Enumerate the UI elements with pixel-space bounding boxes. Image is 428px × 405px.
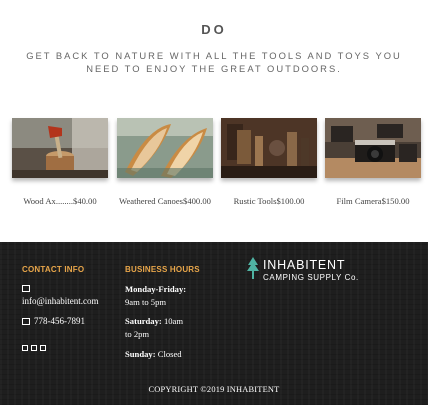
contact-phone: 778-456-7891 <box>34 316 85 326</box>
subtitle-line-1: GET BACK TO NATURE WITH ALL THE TOOLS AN… <box>26 50 402 61</box>
product-list: Wood Ax........$40.00 Weathered Canoes$4… <box>0 118 428 228</box>
product-image-rustic-tools[interactable] <box>221 118 317 178</box>
social-links <box>22 338 49 356</box>
saturday-time-cont: to 2pm <box>125 328 150 339</box>
logo-tagline: CAMPING SUPPLY Co. <box>263 273 359 282</box>
business-hours-heading: BUSINESS HOURS <box>125 265 200 274</box>
phone-square-icon <box>22 318 30 326</box>
envelope-icon <box>22 285 30 293</box>
contact-email-link[interactable]: info@inhabitent.com <box>22 296 99 306</box>
contact-email-row <box>22 283 34 293</box>
product-image-weathered-canoes[interactable] <box>117 118 213 178</box>
copyright-text: COPYRIGHT ©2019 INHABITENT <box>148 385 280 394</box>
product-image-film-camera[interactable] <box>325 118 421 178</box>
section-title: DO <box>201 22 227 37</box>
site-footer: CONTACT INFO info@inhabitent.com 778-456… <box>0 242 428 405</box>
subtitle-line-2: NEED TO ENJOY THE GREAT OUTDOORS. <box>86 62 342 74</box>
facebook-icon[interactable] <box>22 345 28 351</box>
hours-weekdays: Monday-Friday: 9am to 5pm <box>125 283 186 308</box>
section-subtitle: GET BACK TO NATURE WITH ALL THE TOOLS AN… <box>14 50 414 75</box>
hours-sunday: Sunday: Closed <box>125 348 182 361</box>
contact-info-heading: CONTACT INFO <box>22 265 85 274</box>
sunday-time: Closed <box>157 349 182 359</box>
saturday-time: 10am <box>163 316 184 326</box>
inhabitent-logo[interactable]: INHABITENT CAMPING SUPPLY Co. <box>246 257 358 284</box>
contact-phone-row: 778-456-7891 <box>22 316 85 326</box>
hours-saturday: Saturday: 10am to 2pm <box>125 315 183 340</box>
product-caption: Film Camera$150.00 <box>336 196 410 206</box>
twitter-icon[interactable] <box>40 345 46 351</box>
instagram-icon[interactable] <box>31 345 37 351</box>
intro-section: DO GET BACK TO NATURE WITH ALL THE TOOLS… <box>0 0 428 242</box>
weekday-time: 9am to 5pm <box>125 296 167 307</box>
product-image-wood-ax[interactable] <box>12 118 108 178</box>
sunday-label: Sunday: <box>125 349 156 359</box>
saturday-label: Saturday: <box>125 316 162 326</box>
logo-wordmark: INHABITENT <box>263 258 346 272</box>
weekday-label: Monday-Friday: <box>125 284 187 294</box>
tree-icon <box>247 257 259 279</box>
